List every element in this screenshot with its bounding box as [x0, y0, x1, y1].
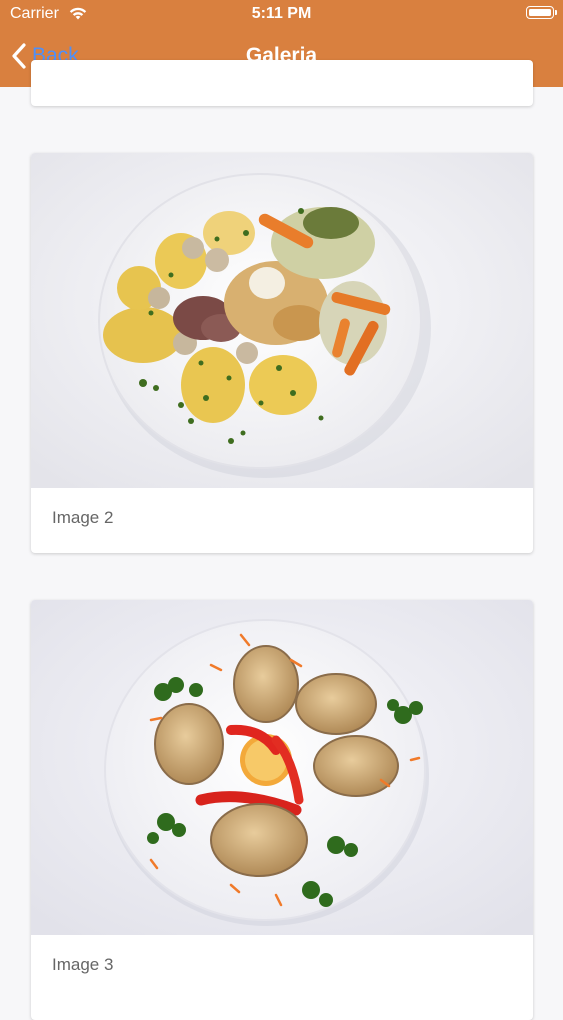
gallery-card[interactable]: Image 3	[31, 600, 533, 1020]
gallery-photo-clams	[31, 600, 533, 935]
status-time: 5:11 PM	[251, 5, 312, 22]
gallery-caption: Image 2	[52, 508, 114, 527]
gallery-photo-potatoes-squid	[31, 153, 533, 488]
battery-icon	[526, 6, 557, 19]
status-bar: Carrier 5:11 PM	[0, 0, 563, 30]
gallery-card-partial[interactable]	[31, 60, 533, 106]
gallery-card[interactable]: Image 2	[31, 153, 533, 553]
gallery-caption: Image 3	[52, 955, 114, 974]
